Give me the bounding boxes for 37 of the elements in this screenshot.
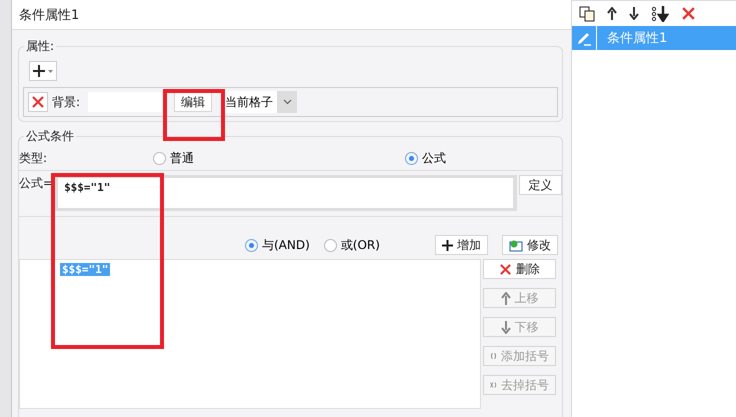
join-radio[interactable]: 与(AND) bbox=[245, 236, 310, 254]
close-icon bbox=[681, 6, 696, 21]
up-arrow-icon bbox=[500, 292, 510, 304]
close-icon bbox=[499, 262, 512, 276]
close-icon bbox=[31, 95, 45, 109]
type-label: 类型: bbox=[19, 150, 48, 167]
modify-button[interactable]: 修改 bbox=[502, 235, 558, 255]
join-radio[interactable]: 或(OR) bbox=[324, 236, 380, 254]
type-radio[interactable]: 普通 bbox=[153, 150, 194, 167]
remove-button[interactable] bbox=[28, 92, 48, 112]
down-arrow-icon bbox=[500, 320, 510, 334]
up-arrow-icon bbox=[607, 7, 617, 20]
dialog-title: 条件属性1 bbox=[19, 6, 80, 24]
highlight-frame bbox=[163, 89, 225, 141]
add-button[interactable]: 增加 bbox=[435, 235, 488, 255]
define-button[interactable]: 定义 bbox=[519, 175, 562, 195]
move-down-icon[interactable] bbox=[629, 7, 639, 20]
pencil-icon bbox=[576, 30, 592, 46]
type-radio[interactable]: 公式 bbox=[405, 150, 446, 167]
group-title: 公式条件 bbox=[24, 128, 76, 145]
move-to-bottom-icon[interactable] bbox=[651, 6, 669, 22]
delete-icon[interactable] bbox=[681, 6, 696, 21]
plus-icon bbox=[442, 240, 453, 250]
value-field[interactable] bbox=[88, 92, 162, 112]
formula-field[interactable]: $$$="1" bbox=[55, 175, 517, 211]
plus-icon bbox=[32, 64, 54, 78]
copy-icon[interactable] bbox=[579, 6, 595, 22]
brackets-icon bbox=[490, 350, 497, 362]
group-title: 属性: bbox=[24, 38, 56, 55]
scope-select[interactable]: 当前格子 bbox=[222, 91, 298, 113]
add-dropdown-button[interactable] bbox=[29, 61, 57, 81]
property-label: 背景: bbox=[52, 94, 80, 110]
edit-button[interactable]: 编辑 bbox=[174, 92, 212, 112]
delete-button[interactable]: 删除 bbox=[483, 259, 556, 279]
caret-icon bbox=[282, 99, 292, 105]
down-arrow-icon bbox=[629, 7, 639, 20]
move-up-icon[interactable] bbox=[607, 7, 617, 20]
